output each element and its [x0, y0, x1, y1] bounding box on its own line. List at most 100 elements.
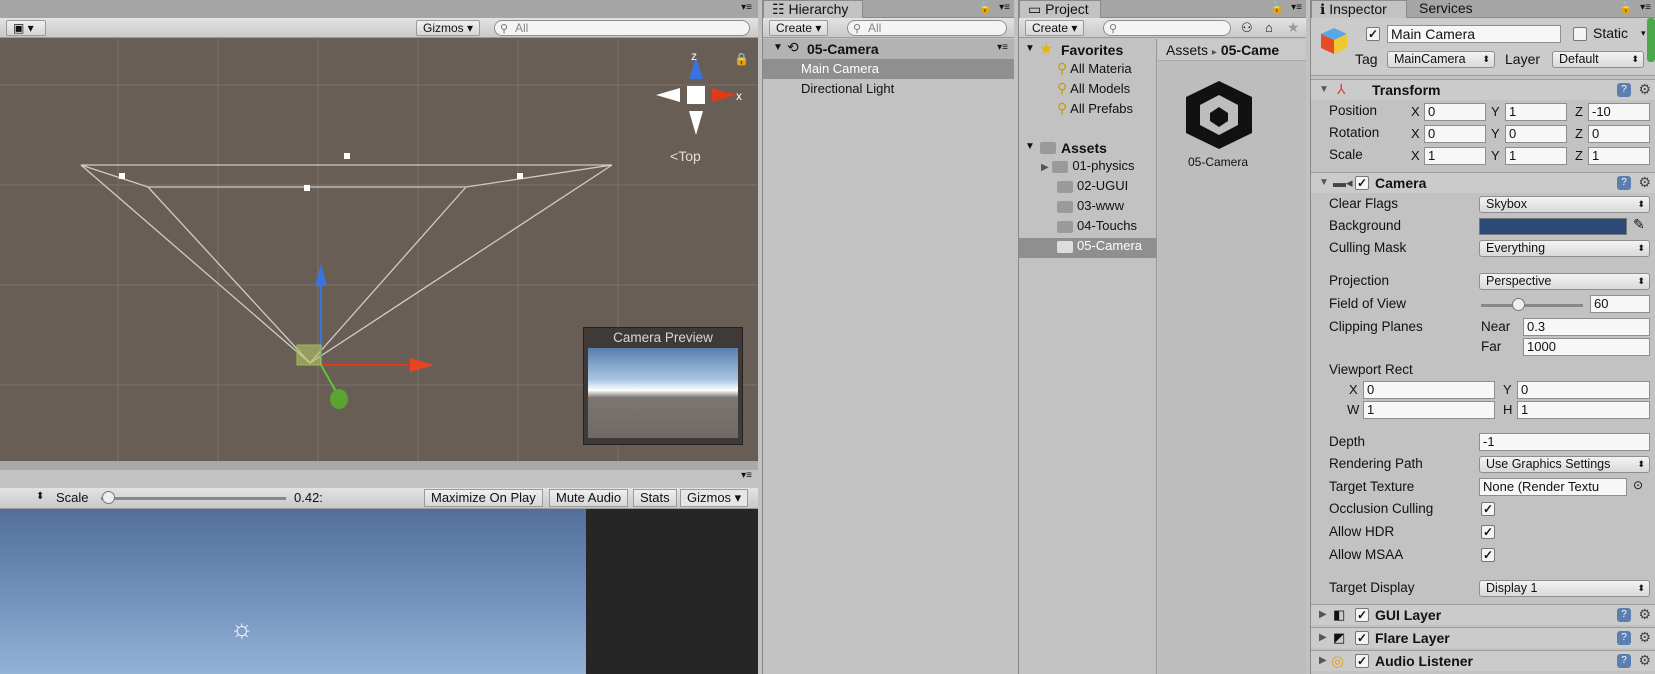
- depth-field[interactable]: -1: [1479, 433, 1650, 451]
- game-view[interactable]: ☼: [0, 509, 586, 674]
- mute-audio-button[interactable]: Mute Audio: [549, 489, 629, 507]
- hierarchy-lock-icon[interactable]: 🔒: [978, 1, 992, 14]
- rotation-z-field[interactable]: 0: [1588, 125, 1650, 143]
- eyedropper-icon[interactable]: ✎: [1633, 216, 1645, 233]
- allow-hdr-checkbox[interactable]: ✓: [1481, 525, 1495, 539]
- occlusion-culling-checkbox[interactable]: ✓: [1481, 502, 1495, 516]
- breadcrumb-root[interactable]: Assets: [1166, 42, 1208, 58]
- viewport-h-field[interactable]: 1: [1517, 401, 1650, 419]
- filter-type-icon[interactable]: ⚇: [1241, 20, 1253, 36]
- tab-hierarchy[interactable]: ☷ Hierarchy: [763, 0, 863, 18]
- project-lock-icon[interactable]: 🔒: [1270, 1, 1284, 14]
- fold-icon[interactable]: ▼: [1025, 141, 1035, 152]
- favorites-row[interactable]: ▼ ★ Favorites: [1019, 40, 1157, 60]
- favorite-item[interactable]: ⚲ All Materia: [1057, 60, 1132, 80]
- target-texture-field[interactable]: None (Render Textu: [1479, 478, 1627, 496]
- filter-label-icon[interactable]: ⌂: [1265, 20, 1273, 35]
- game-gizmos-button[interactable]: Gizmos ▾: [680, 489, 749, 507]
- tab-services[interactable]: Services: [1411, 0, 1481, 18]
- near-field[interactable]: 0.3: [1523, 318, 1650, 336]
- fold-icon[interactable]: ▼: [1319, 84, 1329, 95]
- game-panel-menu-icon[interactable]: ▾≡: [741, 470, 752, 481]
- audio-listener-header[interactable]: ▶ ◎ ✓ Audio Listener ? ⚙: [1311, 650, 1655, 671]
- name-field[interactable]: Main Camera: [1387, 25, 1561, 43]
- flare-layer-header[interactable]: ▶ ◩ ✓ Flare Layer ? ⚙: [1311, 627, 1655, 648]
- object-picker-icon[interactable]: ⊙: [1633, 478, 1643, 492]
- fold-icon[interactable]: ▶: [1319, 609, 1327, 620]
- target-display-dropdown[interactable]: Display 1 ⬍: [1479, 580, 1650, 597]
- asset-folder[interactable]: 03-www: [1057, 198, 1124, 218]
- asset-folder[interactable]: 02-UGUI: [1057, 178, 1128, 198]
- gui-layer-checkbox[interactable]: ✓: [1355, 608, 1369, 622]
- static-checkbox[interactable]: [1573, 27, 1587, 41]
- scale-y-field[interactable]: 1: [1505, 147, 1567, 165]
- hierarchy-search-input[interactable]: ⚲ All: [847, 20, 1007, 36]
- fold-icon[interactable]: ▼: [1319, 177, 1329, 188]
- gear-icon[interactable]: ⚙: [1638, 629, 1651, 646]
- stats-button[interactable]: Stats: [633, 489, 677, 507]
- background-color-field[interactable]: [1479, 218, 1627, 235]
- tab-inspector[interactable]: ℹ Inspector: [1311, 0, 1407, 18]
- help-icon[interactable]: ?: [1617, 176, 1631, 190]
- layer-dropdown[interactable]: Default ⬍: [1552, 51, 1644, 68]
- viewport-y-field[interactable]: 0: [1517, 381, 1650, 399]
- project-search-input[interactable]: ⚲: [1103, 20, 1231, 36]
- hierarchy-item[interactable]: Main Camera: [763, 59, 1014, 79]
- panel-divider[interactable]: [0, 461, 758, 470]
- help-icon[interactable]: ?: [1617, 631, 1631, 645]
- fov-slider-thumb[interactable]: [1511, 298, 1525, 311]
- favorite-item[interactable]: ⚲ All Models: [1057, 80, 1130, 100]
- project-menu-icon[interactable]: ▾≡: [1291, 2, 1302, 13]
- camera-header[interactable]: ▼ ▬◂ ✓ Camera ? ⚙: [1311, 172, 1655, 193]
- scale-slider[interactable]: [101, 491, 286, 504]
- help-icon[interactable]: ?: [1617, 654, 1631, 668]
- culling-mask-dropdown[interactable]: Everything ⬍: [1479, 240, 1650, 257]
- allow-msaa-checkbox[interactable]: ✓: [1481, 548, 1495, 562]
- gear-icon[interactable]: ⚙: [1638, 81, 1651, 98]
- fold-icon[interactable]: ▼: [773, 42, 783, 53]
- scale-slider-thumb[interactable]: [101, 491, 115, 504]
- projection-dropdown[interactable]: Perspective ⬍: [1479, 273, 1650, 290]
- viewport-w-field[interactable]: 1: [1363, 401, 1495, 419]
- expand-icon[interactable]: ▶: [1041, 162, 1049, 173]
- far-field[interactable]: 1000: [1523, 338, 1650, 356]
- asset-tile[interactable]: 05-Camera: [1176, 77, 1260, 169]
- gear-icon[interactable]: ⚙: [1638, 652, 1651, 669]
- asset-folder-selected[interactable]: 05-Camera: [1019, 238, 1157, 258]
- fold-icon[interactable]: ▶: [1319, 655, 1327, 666]
- fov-field[interactable]: 60: [1590, 295, 1650, 313]
- aspect-dropdown-icon[interactable]: ⬍: [36, 491, 44, 502]
- position-x-field[interactable]: 0: [1424, 103, 1486, 121]
- gear-icon[interactable]: ⚙: [1638, 606, 1651, 623]
- hierarchy-item[interactable]: Directional Light: [763, 79, 1014, 99]
- viewport-x-field[interactable]: 0: [1363, 381, 1495, 399]
- audio-listener-checkbox[interactable]: ✓: [1355, 654, 1369, 668]
- transform-header[interactable]: ▼ ⅄ Transform ? ⚙: [1311, 79, 1655, 100]
- flare-layer-checkbox[interactable]: ✓: [1355, 631, 1369, 645]
- position-y-field[interactable]: 1: [1505, 103, 1567, 121]
- asset-folder[interactable]: ▶ 01-physics: [1041, 158, 1157, 178]
- fov-slider[interactable]: [1481, 298, 1583, 311]
- rendering-path-dropdown[interactable]: Use Graphics Settings ⬍: [1479, 456, 1650, 473]
- position-z-field[interactable]: -10: [1588, 103, 1650, 121]
- breadcrumb-current[interactable]: 05-Came: [1221, 42, 1279, 58]
- inspector-menu-icon[interactable]: ▾≡: [1640, 2, 1651, 13]
- help-icon[interactable]: ?: [1617, 608, 1631, 622]
- fold-icon[interactable]: ▶: [1319, 632, 1327, 643]
- scale-z-field[interactable]: 1: [1588, 147, 1650, 165]
- assets-row[interactable]: ▼ Assets: [1019, 138, 1157, 158]
- project-create-button[interactable]: Create ▾: [1025, 20, 1085, 36]
- scene-menu-icon[interactable]: ▾≡: [997, 42, 1008, 53]
- scale-x-field[interactable]: 1: [1424, 147, 1486, 165]
- clear-flags-dropdown[interactable]: Skybox ⬍: [1479, 196, 1650, 213]
- tab-project[interactable]: ▭ Project: [1019, 0, 1101, 18]
- scene-row[interactable]: ▼ ⟲ 05-Camera ▾≡: [763, 39, 1014, 59]
- inspector-lock-icon[interactable]: 🔒: [1619, 1, 1633, 14]
- favorite-star-icon[interactable]: ★: [1287, 19, 1300, 36]
- static-dropdown-icon[interactable]: ▾: [1641, 28, 1646, 39]
- panel-menu-icon[interactable]: ▾≡: [741, 2, 752, 13]
- active-checkbox[interactable]: ✓: [1366, 27, 1380, 41]
- scene-search-input[interactable]: ⚲ All: [494, 20, 750, 36]
- fold-icon[interactable]: ▼: [1025, 43, 1035, 54]
- help-icon[interactable]: ?: [1617, 83, 1631, 97]
